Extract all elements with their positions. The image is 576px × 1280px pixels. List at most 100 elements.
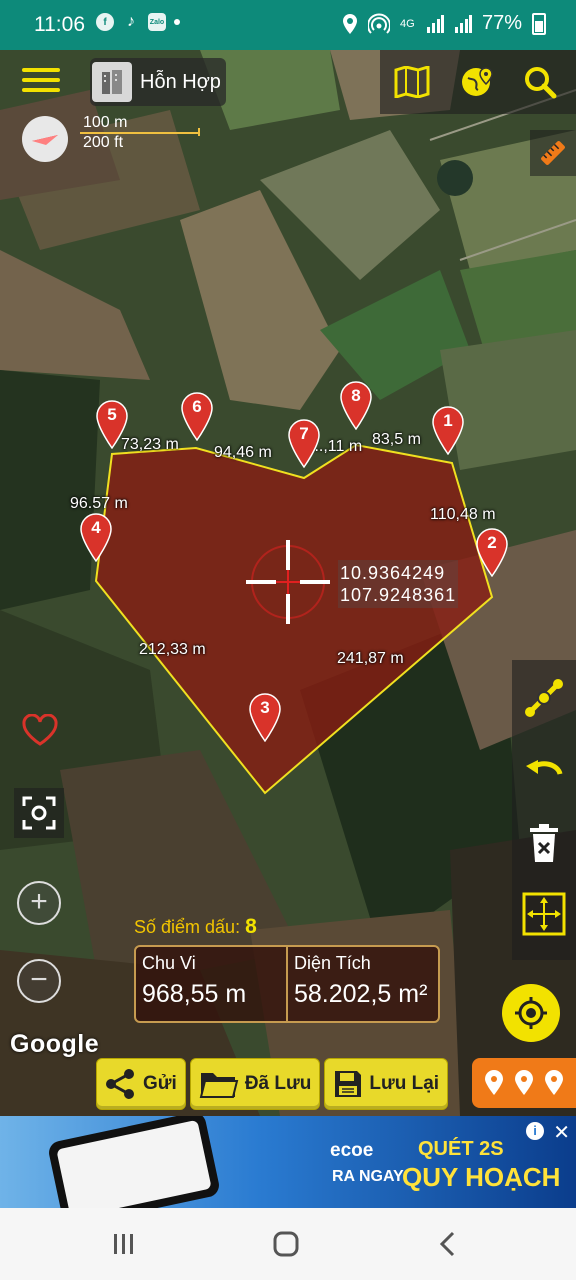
delete-button[interactable] bbox=[520, 820, 568, 868]
signal-icon-1 bbox=[426, 14, 444, 33]
map-type-label: Hỗn Hợp bbox=[140, 70, 221, 93]
compass-needle-icon bbox=[32, 135, 58, 145]
send-button[interactable]: Gửi bbox=[96, 1058, 186, 1110]
compass-button[interactable] bbox=[22, 116, 68, 162]
center-latitude: 10.9364249 bbox=[340, 563, 446, 583]
distance-label-4-5: 96.57 m bbox=[70, 495, 128, 512]
ad-line-2a: RA NGAY bbox=[332, 1168, 404, 1185]
google-logo: Google bbox=[10, 1030, 100, 1058]
status-bar: 11:06 f ♪ Zalo 4G 77% bbox=[0, 0, 576, 50]
back-button[interactable] bbox=[428, 1226, 468, 1262]
scale-imperial: 200 ft bbox=[83, 134, 124, 151]
distance-label-2-3: 241,87 m bbox=[337, 650, 404, 667]
measurement-panel: Số điểm dấu: 8 Chu Vi 968,55 m Diện Tích… bbox=[134, 915, 440, 1023]
zalo-icon: Zalo bbox=[148, 13, 166, 31]
perimeter-value: 968,55 m bbox=[142, 980, 247, 1008]
signal-icon-2 bbox=[454, 14, 472, 33]
capture-frame-icon bbox=[22, 796, 56, 830]
marker-8[interactable]: 8 bbox=[339, 380, 373, 431]
system-nav-bar bbox=[0, 1208, 576, 1280]
send-label: Gửi bbox=[143, 1073, 177, 1094]
measurement-box: Chu Vi 968,55 m Diện Tích 58.202,5 m² bbox=[134, 945, 440, 1023]
vertex-path-icon bbox=[525, 679, 563, 717]
fit-bounds-button[interactable] bbox=[520, 890, 568, 938]
my-location-button[interactable] bbox=[502, 984, 560, 1042]
pin-icon bbox=[515, 1070, 533, 1095]
menu-button[interactable] bbox=[22, 68, 60, 98]
crosshair-location-icon bbox=[515, 997, 547, 1029]
marker-1[interactable]: 1 bbox=[431, 405, 465, 456]
marker-6[interactable]: 6 bbox=[180, 391, 214, 442]
share-icon bbox=[106, 1069, 134, 1099]
more-notifications-dot bbox=[174, 19, 180, 25]
folder-icon bbox=[199, 1073, 239, 1098]
plus-icon: + bbox=[17, 881, 61, 925]
markers-menu-button[interactable] bbox=[472, 1058, 576, 1108]
floppy-disk-icon bbox=[335, 1071, 362, 1097]
globe-location-button[interactable] bbox=[456, 60, 500, 104]
battery-icon bbox=[532, 12, 546, 35]
action-bar: Gửi Đã Lưu Lưu Lại bbox=[96, 1058, 449, 1110]
distance-label-6-7: 94,46 m bbox=[214, 444, 272, 461]
minus-icon: − bbox=[17, 959, 61, 1003]
location-icon bbox=[342, 13, 357, 34]
ruler-icon bbox=[541, 141, 565, 165]
saved-label: Đã Lưu bbox=[244, 1073, 312, 1094]
ad-close-icon[interactable]: ✕ bbox=[553, 1120, 570, 1145]
map-type-selector[interactable]: Hỗn Hợp bbox=[90, 58, 226, 106]
zoom-in-button[interactable]: + bbox=[14, 878, 64, 928]
network-type: 4G bbox=[399, 17, 415, 30]
ad-banner[interactable]: ecoe QUÉT 2S RA NGAY QUY HOẠCH i ✕ bbox=[0, 1116, 576, 1208]
top-right-toolbar bbox=[380, 50, 576, 114]
marker-7[interactable]: 7 bbox=[287, 418, 321, 469]
tiktok-icon: ♪ bbox=[127, 13, 135, 30]
zoom-out-button[interactable]: − bbox=[14, 956, 64, 1006]
distance-label-5-6: 73,23 m bbox=[121, 436, 179, 453]
expand-arrows-icon bbox=[522, 892, 566, 936]
ad-info-icon[interactable]: i bbox=[526, 1122, 544, 1140]
recent-apps-button[interactable] bbox=[104, 1226, 144, 1262]
scale-metric: 100 m bbox=[80, 114, 198, 134]
search-button[interactable] bbox=[518, 60, 562, 104]
back-icon bbox=[439, 1231, 455, 1257]
edit-shape-button[interactable] bbox=[520, 674, 568, 722]
screenshot-button[interactable] bbox=[14, 788, 64, 838]
marker-4[interactable]: 4 bbox=[79, 512, 113, 563]
undo-icon bbox=[526, 760, 563, 775]
distance-label-3-4: 212,33 m bbox=[139, 641, 206, 658]
recents-icon bbox=[114, 1234, 133, 1254]
pin-icon bbox=[545, 1070, 563, 1095]
ad-brand: ecoe bbox=[330, 1140, 374, 1161]
marker-5[interactable]: 5 bbox=[95, 399, 129, 450]
layers-map-button[interactable] bbox=[390, 60, 434, 104]
home-button[interactable] bbox=[266, 1226, 306, 1262]
trash-icon bbox=[530, 824, 558, 862]
ruler-tool-button[interactable] bbox=[530, 130, 576, 176]
notification-icons: f ♪ Zalo bbox=[96, 13, 180, 31]
perimeter-label: Chu Vi bbox=[142, 953, 196, 973]
save-button[interactable]: Lưu Lại bbox=[324, 1058, 449, 1110]
center-longitude: 107.9248361 bbox=[340, 585, 457, 605]
undo-button[interactable] bbox=[520, 746, 568, 794]
right-tool-column bbox=[512, 660, 576, 960]
favorite-heart-icon[interactable] bbox=[22, 713, 58, 746]
area-label: Diện Tích bbox=[294, 953, 371, 973]
facebook-icon: f bbox=[96, 13, 114, 31]
phone-image bbox=[46, 1116, 222, 1208]
perimeter-cell: Chu Vi 968,55 m bbox=[136, 947, 286, 1021]
save-label: Lưu Lại bbox=[369, 1073, 440, 1094]
points-count: Số điểm dấu: 8 bbox=[134, 915, 257, 938]
folded-map-icon bbox=[394, 66, 430, 98]
ad-line-1: QUÉT 2S bbox=[418, 1138, 504, 1160]
search-icon bbox=[525, 67, 557, 99]
globe-pin-icon bbox=[462, 67, 493, 96]
status-right: 4G 77% bbox=[342, 12, 546, 35]
area-value: 58.202,5 m² bbox=[294, 980, 428, 1008]
pin-icon bbox=[485, 1070, 503, 1095]
saved-button[interactable]: Đã Lưu bbox=[189, 1058, 321, 1110]
hotspot-icon bbox=[367, 13, 390, 34]
map-view[interactable]: Hỗn Hợp 100 m 200 ft 110,48 m 241,87 m 2… bbox=[0, 50, 576, 1116]
marker-2[interactable]: 2 bbox=[475, 527, 509, 578]
marker-3[interactable]: 3 bbox=[248, 692, 282, 743]
distance-label-8-1: 83,5 m bbox=[372, 431, 421, 448]
